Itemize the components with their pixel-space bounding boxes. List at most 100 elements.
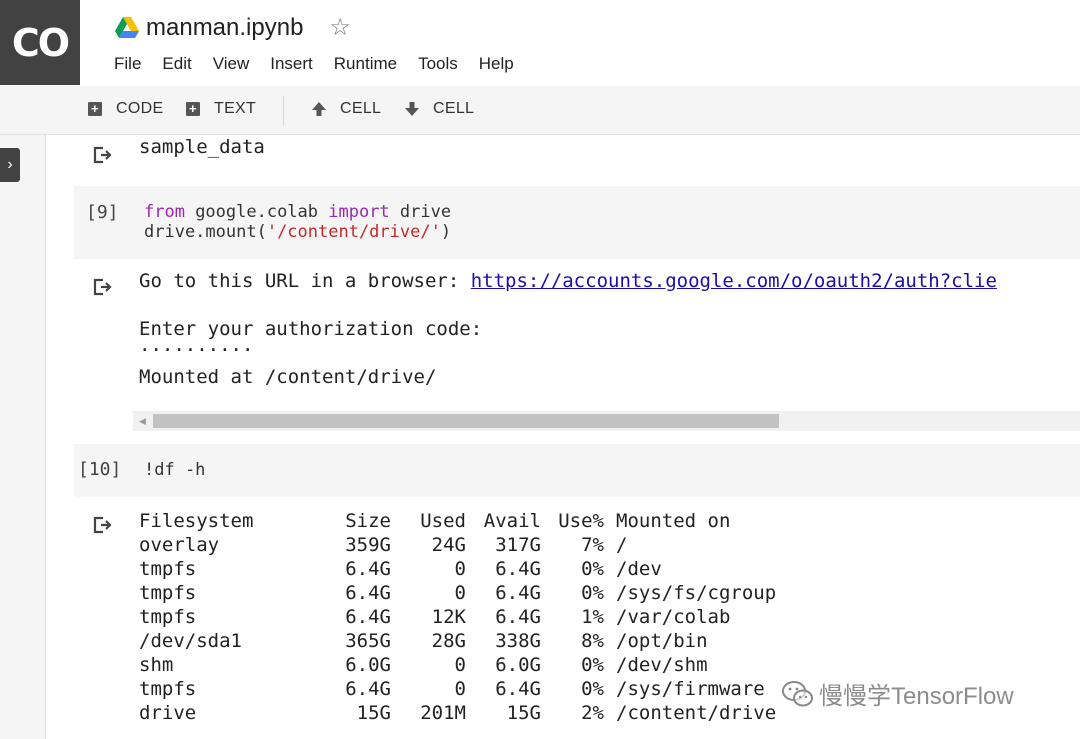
previous-output-text: sample_data [139,136,265,158]
title-row: manman.ipynb ☆ [114,8,351,48]
arrow-down-icon [405,102,419,116]
cell-size: 15G [356,702,391,724]
move-down-label: CELL [433,100,475,117]
cell-avail: 6.4G [495,606,541,628]
cell-size: 6.4G [345,606,391,628]
cell-use-percent: 0% [581,582,604,604]
menu-help[interactable]: Help [479,54,514,74]
code-cell-df[interactable] [74,444,1080,497]
watermark: 慢慢学TensorFlow [781,676,1014,711]
execution-count: [9] [86,202,119,223]
menu-insert[interactable]: Insert [270,54,313,74]
cell-size: 6.4G [345,558,391,580]
output-icon [93,146,112,164]
cell-mounted-on: /var/colab [616,606,731,628]
add-text-label: TEXT [214,100,257,117]
move-up-label: CELL [340,100,382,117]
cell-filesystem: overlay [139,534,220,556]
cell-used: 24G [431,534,466,556]
menu-bar: File Edit View Insert Runtime Tools Help [114,54,535,74]
cell-mounted-on: /dev [616,558,662,580]
sidebar-toggle-button[interactable]: › [0,148,20,182]
scroll-left-icon[interactable]: ◀ [139,416,146,427]
menu-file[interactable]: File [114,54,141,74]
cell-mounted-on: /sys/fs/cgroup [616,582,777,604]
cell-avail: 15G [506,702,541,724]
toolbar: + CODE + TEXT CELL CELL [0,86,1080,135]
cell-filesystem: tmpfs [139,558,197,580]
cell-use-percent: 2% [581,702,604,724]
add-text-button[interactable]: + TEXT [186,100,256,118]
cell-used: 0 [454,582,466,604]
df-command[interactable]: !df -h [144,460,205,480]
cell-used: 0 [454,558,466,580]
table-row: overlay 359G 24G 317G 7% / [139,533,776,557]
execution-count: [10] [78,459,122,480]
colab-logo[interactable]: CO [0,0,80,85]
header-size: Size [345,510,391,532]
cell-size: 359G [345,534,391,556]
table-row: tmpfs 6.4G 0 6.4G 0% /dev [139,557,776,581]
move-cell-up-button[interactable]: CELL [310,100,381,118]
cell-avail: 6.4G [495,678,541,700]
google-drive-icon[interactable] [114,16,140,40]
cell-mounted-on: /content/drive [616,702,777,724]
cell-use-percent: 8% [581,630,604,652]
cell-used: 0 [454,654,466,676]
cell-used: 12K [431,606,466,628]
header-used: Used [420,510,466,532]
menu-view[interactable]: View [213,54,250,74]
notebook-title[interactable]: manman.ipynb [146,14,303,42]
scrollbar-thumb[interactable] [153,414,779,428]
table-row: tmpfs 6.4G 0 6.4G 0% /sys/fs/cgroup [139,581,776,605]
cell-mounted-on: /opt/bin [616,630,708,652]
star-icon[interactable]: ☆ [329,16,351,40]
cell-avail: 6.4G [495,558,541,580]
cell-use-percent: 0% [581,654,604,676]
table-row: shm 6.0G 0 6.0G 0% /dev/shm [139,653,776,677]
cell-mounted-on: / [616,534,628,556]
wechat-icon [782,680,813,706]
cell-avail: 6.4G [495,582,541,604]
move-cell-down-button[interactable]: CELL [403,100,474,118]
header-mounted-on: Mounted on [616,510,731,532]
cell-filesystem: shm [139,654,174,676]
df-output-table: Filesystem Size Used Avail Use% Mounted … [139,509,776,725]
auth-url-link[interactable]: https://accounts.google.com/o/oauth2/aut… [471,270,997,292]
masked-code-input[interactable]: ·········· [139,340,253,360]
add-code-button[interactable]: + CODE [88,100,163,118]
arrow-up-icon [312,102,326,116]
cell-use-percent: 0% [581,558,604,580]
toolbar-divider [283,96,284,126]
header-use-percent: Use% [558,510,604,532]
url-output-line: Go to this URL in a browser: https://acc… [139,270,997,292]
cell-filesystem: tmpfs [139,606,197,628]
header-filesystem: Filesystem [139,510,254,532]
table-row: drive 15G 201M 15G 2% /content/drive [139,701,776,725]
cell-use-percent: 1% [581,606,604,628]
watermark-text: 慢慢学TensorFlow [819,683,1014,710]
menu-edit[interactable]: Edit [162,54,191,74]
auth-prompt-text: Enter your authorization code: [139,318,483,340]
cell-avail: 6.0G [495,654,541,676]
table-row: tmpfs 6.4G 12K 6.4G 1% /var/colab [139,605,776,629]
output-icon [93,516,112,534]
cell-mounted-on: /sys/firmware [616,678,765,700]
plus-icon: + [88,102,102,116]
code-line-2[interactable]: drive.mount('/content/drive/') [144,222,451,242]
code-line-1[interactable]: from google.colab import drive [144,202,451,222]
horizontal-scrollbar[interactable]: ◀ [133,411,1080,431]
cell-used: 201M [420,702,466,724]
cell-filesystem: tmpfs [139,678,197,700]
output-icon [93,278,112,296]
cell-size: 6.4G [345,582,391,604]
cell-use-percent: 0% [581,678,604,700]
cell-used: 28G [431,630,466,652]
table-header-row: Filesystem Size Used Avail Use% Mounted … [139,509,776,533]
menu-tools[interactable]: Tools [418,54,458,74]
table-row: /dev/sda1 365G 28G 338G 8% /opt/bin [139,629,776,653]
cell-size: 6.4G [345,678,391,700]
menu-runtime[interactable]: Runtime [334,54,397,74]
header-avail: Avail [483,510,541,532]
table-row: tmpfs 6.4G 0 6.4G 0% /sys/firmware [139,677,776,701]
